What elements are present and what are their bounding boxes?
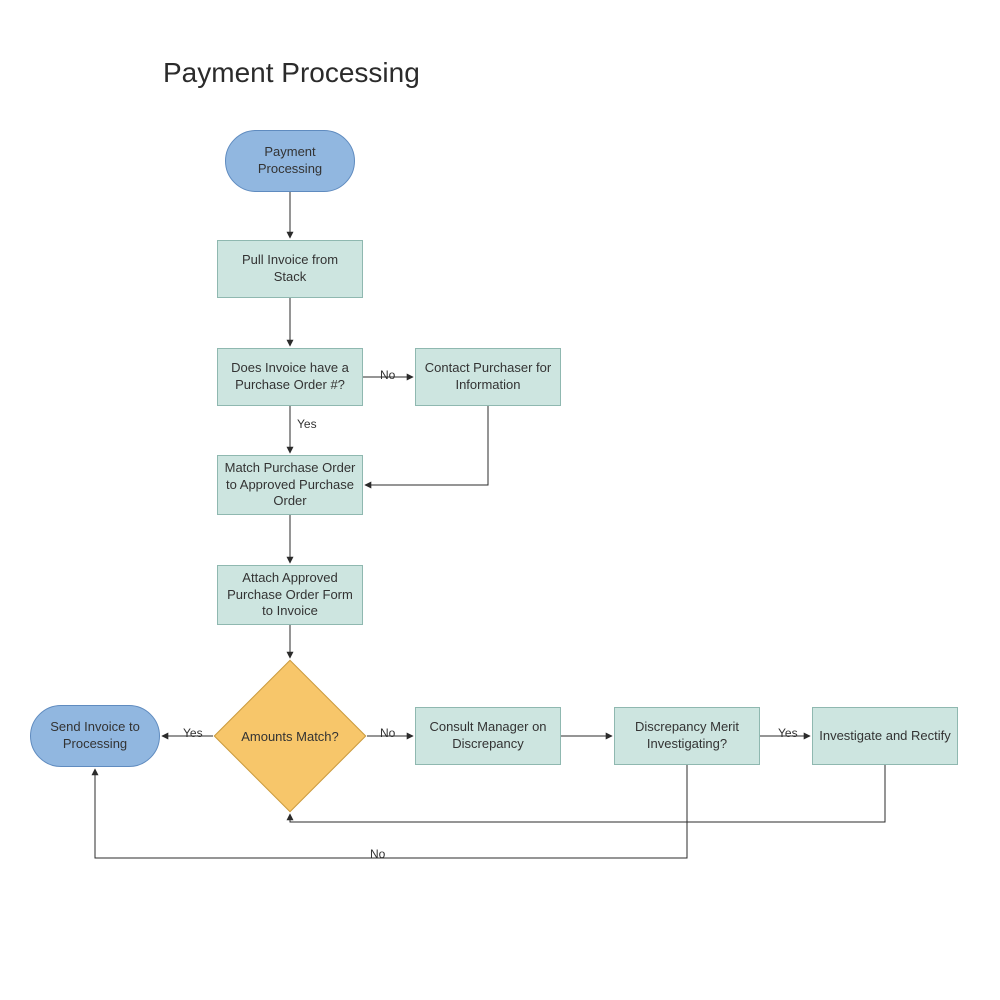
label-amounts-no: No <box>380 726 395 740</box>
node-pull-invoice: Pull Invoice from Stack <box>217 240 363 298</box>
node-merit-investigating-label: Discrepancy Merit Investigating? <box>621 719 753 753</box>
node-contact-purchaser-label: Contact Purchaser for Information <box>422 360 554 394</box>
node-consult-manager: Consult Manager on Discrepancy <box>415 707 561 765</box>
node-match-po-label: Match Purchase Order to Approved Purchas… <box>224 460 356 511</box>
node-attach-po-label: Attach Approved Purchase Order Form to I… <box>224 570 356 621</box>
node-send-invoice: Send Invoice to Processing <box>30 705 160 767</box>
node-has-po-label: Does Invoice have a Purchase Order #? <box>224 360 356 394</box>
node-merit-investigating: Discrepancy Merit Investigating? <box>614 707 760 765</box>
node-amounts-match: Amounts Match? <box>236 682 344 790</box>
node-pull-invoice-label: Pull Invoice from Stack <box>224 252 356 286</box>
node-match-po: Match Purchase Order to Approved Purchas… <box>217 455 363 515</box>
connectors <box>0 0 1000 1000</box>
node-investigate-label: Investigate and Rectify <box>819 728 951 745</box>
node-investigate: Investigate and Rectify <box>812 707 958 765</box>
node-send-invoice-label: Send Invoice to Processing <box>37 719 153 753</box>
node-has-po: Does Invoice have a Purchase Order #? <box>217 348 363 406</box>
label-haspo-yes: Yes <box>297 417 317 431</box>
node-consult-manager-label: Consult Manager on Discrepancy <box>422 719 554 753</box>
label-merit-yes: Yes <box>778 726 798 740</box>
node-start: Payment Processing <box>225 130 355 192</box>
label-haspo-no: No <box>380 368 395 382</box>
diagram-title: Payment Processing <box>163 57 420 89</box>
node-amounts-match-label: Amounts Match? <box>236 682 344 790</box>
node-attach-po: Attach Approved Purchase Order Form to I… <box>217 565 363 625</box>
label-amounts-yes: Yes <box>183 726 203 740</box>
node-start-label: Payment Processing <box>258 144 322 178</box>
label-merit-no: No <box>370 847 385 861</box>
node-contact-purchaser: Contact Purchaser for Information <box>415 348 561 406</box>
